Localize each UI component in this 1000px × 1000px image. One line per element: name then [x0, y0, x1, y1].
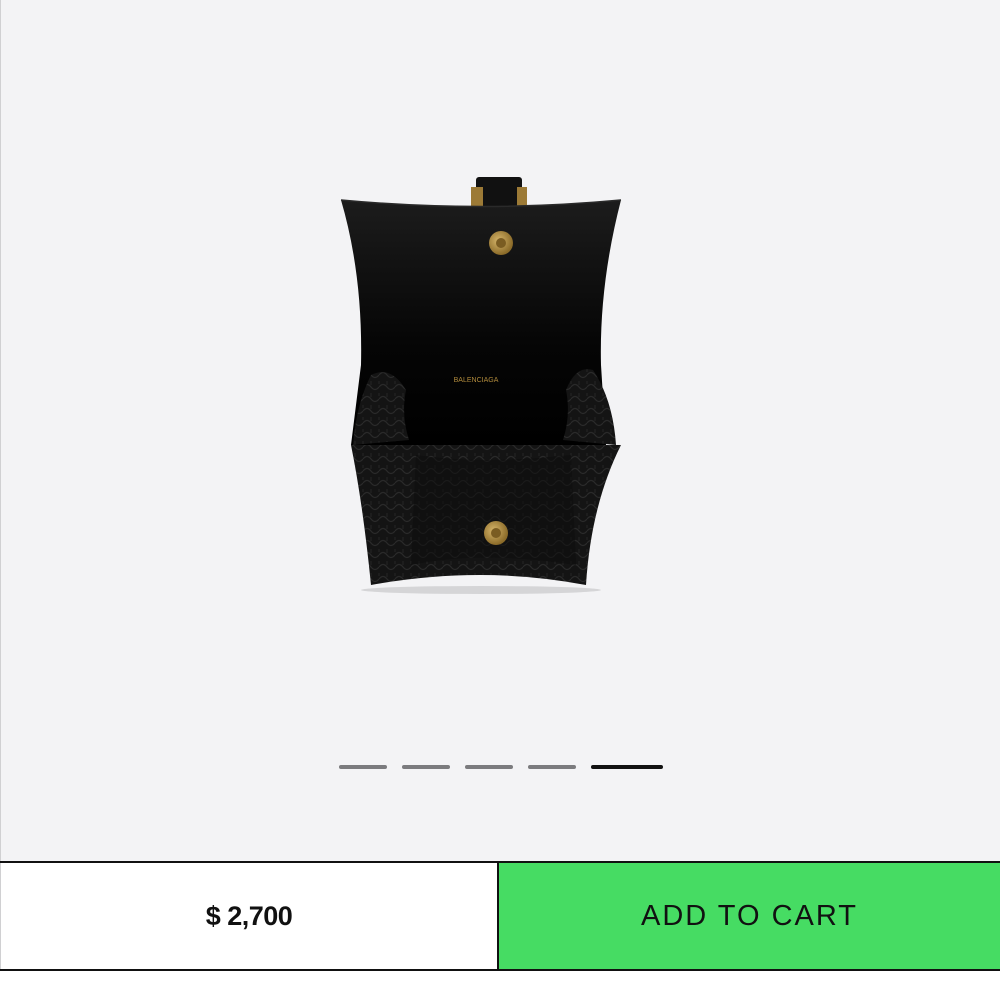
price: $ 2,700 — [205, 900, 293, 931]
price-box: $ 2,700 — [0, 863, 499, 969]
add-to-cart-button[interactable]: ADD TO CART — [499, 863, 1000, 969]
carousel-dot-1[interactable] — [339, 765, 387, 769]
add-to-cart-label: ADD TO CART — [641, 899, 858, 932]
handbag-illustration: BALENCIAGA — [340, 177, 622, 594]
carousel-dot-3[interactable] — [465, 765, 513, 769]
product-image[interactable]: BALENCIAGA — [331, 165, 641, 595]
carousel-indicator — [339, 764, 663, 770]
brand-stamp: BALENCIAGA — [454, 377, 499, 384]
carousel-dot-4[interactable] — [528, 765, 576, 769]
purchase-bar: $ 2,700 ADD TO CART — [0, 861, 1000, 971]
carousel-dot-5-active[interactable] — [591, 765, 663, 769]
bottom-spacer — [0, 971, 1000, 1000]
carousel-dot-2[interactable] — [402, 765, 450, 769]
product-image-viewer[interactable]: BALENCIAGA — [0, 0, 1000, 862]
